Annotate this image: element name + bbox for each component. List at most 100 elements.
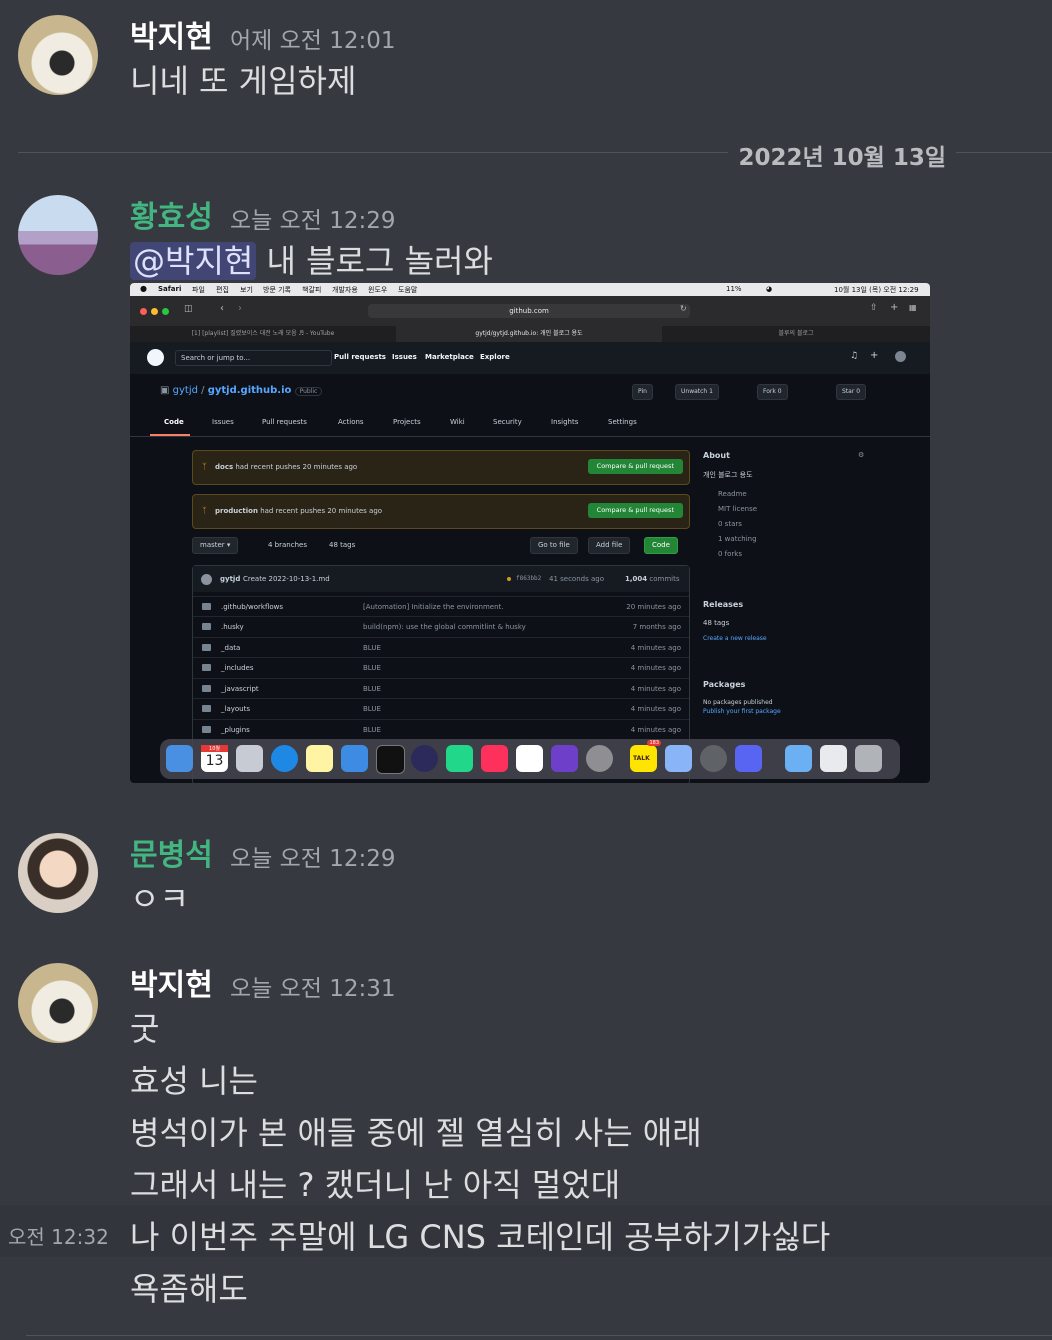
file-name[interactable]: _includes: [221, 664, 254, 672]
vscode-icon[interactable]: [516, 745, 543, 772]
file-name[interactable]: .husky: [221, 623, 244, 631]
gear-icon[interactable]: ⚙: [858, 451, 864, 459]
repo-tab-wiki[interactable]: Wiki: [450, 418, 465, 426]
notes-icon[interactable]: [306, 745, 333, 772]
xcode-icon[interactable]: [341, 745, 368, 772]
about-stars[interactable]: 0 stars: [703, 520, 873, 528]
nav-pull-requests[interactable]: Pull requests: [334, 353, 386, 361]
avatar[interactable]: [18, 833, 98, 913]
file-name[interactable]: _data: [221, 644, 240, 652]
launchpad-icon[interactable]: [236, 745, 263, 772]
trash-icon[interactable]: [855, 745, 882, 772]
file-row[interactable]: _plugins BLUE 4 minutes ago: [193, 719, 689, 740]
repo-tab-issues[interactable]: Issues: [212, 418, 234, 426]
screen-sharing-icon[interactable]: [665, 745, 692, 772]
file-commit-message[interactable]: [Automation] Initialize the environment.: [363, 603, 504, 611]
file-commit-message[interactable]: BLUE: [363, 664, 381, 672]
user-avatar-icon[interactable]: [895, 351, 906, 362]
file-row[interactable]: .husky build(npm): use the global commitl…: [193, 616, 689, 637]
fork-button[interactable]: Fork 0: [757, 384, 788, 400]
repo-tab-settings[interactable]: Settings: [608, 418, 637, 426]
repo-tab-actions[interactable]: Actions: [338, 418, 364, 426]
sidebar-icon[interactable]: ◫: [184, 304, 193, 314]
branches-link[interactable]: 4 branches: [268, 541, 307, 549]
compare-pull-request-button[interactable]: Compare & pull request: [587, 503, 683, 518]
pin-button[interactable]: Pin: [632, 384, 653, 400]
add-file-button[interactable]: Add file: [588, 537, 631, 554]
about-readme[interactable]: Readme: [703, 490, 873, 498]
about-forks[interactable]: 0 forks: [703, 550, 873, 558]
calendar-icon[interactable]: 10월 13: [201, 745, 228, 772]
discord-icon[interactable]: [735, 745, 762, 772]
tab-overview-icon[interactable]: ▦: [909, 303, 917, 312]
commit-user[interactable]: gytjd: [220, 575, 240, 583]
avatar[interactable]: [18, 15, 98, 95]
github-search-input[interactable]: Search or jump to...: [175, 350, 332, 366]
new-tab-icon[interactable]: +: [890, 302, 898, 313]
go-to-file-button[interactable]: Go to file: [530, 537, 578, 554]
share-icon[interactable]: ⇧: [870, 303, 878, 313]
author-name[interactable]: 박지현: [130, 960, 213, 1004]
github-desktop-icon[interactable]: [551, 745, 578, 772]
nav-marketplace[interactable]: Marketplace: [425, 353, 474, 361]
forward-icon[interactable]: ›: [238, 303, 242, 314]
system-preferences-icon[interactable]: [586, 745, 613, 772]
avatar[interactable]: [18, 963, 98, 1043]
about-watching[interactable]: 1 watching: [703, 535, 873, 543]
file-commit-message[interactable]: build(npm): use the global commitlint & …: [363, 623, 526, 631]
browser-tab-active[interactable]: gytjd/gytjd.github.io: 개인 블로그 용도: [396, 326, 662, 342]
file-commit-message[interactable]: BLUE: [363, 685, 381, 693]
safari-icon[interactable]: [271, 745, 298, 772]
zoom-window-button[interactable]: [162, 308, 169, 315]
github-logo-icon[interactable]: [147, 349, 164, 366]
publish-package-link[interactable]: Publish your first package: [703, 708, 873, 715]
create-release-link[interactable]: Create a new release: [703, 635, 873, 642]
file-commit-message[interactable]: BLUE: [363, 705, 381, 713]
tags-link[interactable]: 48 tags: [329, 541, 355, 549]
minimize-window-button[interactable]: [151, 308, 158, 315]
unwatch-button[interactable]: Unwatch 1: [675, 384, 719, 400]
document-icon[interactable]: [820, 745, 847, 772]
repo-tab-security[interactable]: Security: [493, 418, 522, 426]
file-name[interactable]: _plugins: [221, 726, 250, 734]
terminal-icon[interactable]: [376, 745, 405, 774]
browser-tab[interactable]: 블루의 블로그: [662, 326, 930, 342]
quicktime-icon[interactable]: [700, 745, 727, 772]
browser-tab[interactable]: [1] [playlist] 질렸보이스 대전 노래 모음 ♬ - YouTub…: [130, 326, 396, 342]
file-row[interactable]: _data BLUE 4 minutes ago: [193, 637, 689, 658]
releases-tags[interactable]: 48 tags: [703, 619, 873, 627]
nav-explore[interactable]: Explore: [480, 353, 510, 361]
finder-icon[interactable]: [166, 745, 193, 772]
pycharm-icon[interactable]: [446, 745, 473, 772]
branch-select[interactable]: master ▾: [192, 537, 239, 554]
image-attachment[interactable]: ● Safari 파일 편집 보기 방문 기록 책갈피 개발자용 윈도우 도움말…: [130, 283, 930, 783]
back-icon[interactable]: ‹: [220, 303, 224, 314]
avatar[interactable]: [18, 195, 98, 275]
repo-tab-code[interactable]: Code: [164, 418, 184, 426]
user-mention[interactable]: @박지현: [130, 242, 257, 280]
intellij-icon[interactable]: [481, 745, 508, 772]
author-name[interactable]: 박지현: [130, 12, 213, 56]
repo-tab-insights[interactable]: Insights: [551, 418, 578, 426]
commit-count[interactable]: 1,004 commits: [625, 575, 680, 583]
file-name[interactable]: _layouts: [221, 705, 250, 713]
star-button[interactable]: Star 0: [836, 384, 867, 400]
plus-icon[interactable]: +: [870, 350, 878, 361]
commit-avatar[interactable]: [201, 574, 212, 585]
repo-tab-pull-requests[interactable]: Pull requests: [262, 418, 307, 426]
commit-message[interactable]: Create 2022-10-13-1.md: [243, 575, 330, 583]
file-name[interactable]: .github/workflows: [221, 603, 283, 611]
eclipse-icon[interactable]: [411, 745, 438, 772]
kakaotalk-icon[interactable]: TALK 183: [630, 740, 661, 772]
bell-icon[interactable]: ♫: [850, 351, 858, 361]
reload-icon[interactable]: ↻: [680, 304, 687, 313]
code-button[interactable]: Code: [644, 537, 678, 554]
author-name[interactable]: 문병석: [130, 830, 213, 874]
about-license[interactable]: MIT license: [703, 505, 873, 513]
nav-issues[interactable]: Issues: [392, 353, 417, 361]
file-row[interactable]: _includes BLUE 4 minutes ago: [193, 657, 689, 678]
repo-tab-projects[interactable]: Projects: [393, 418, 421, 426]
releases-title[interactable]: Releases: [703, 600, 873, 609]
file-row[interactable]: _layouts BLUE 4 minutes ago: [193, 698, 689, 719]
file-name[interactable]: _javascript: [221, 685, 259, 693]
